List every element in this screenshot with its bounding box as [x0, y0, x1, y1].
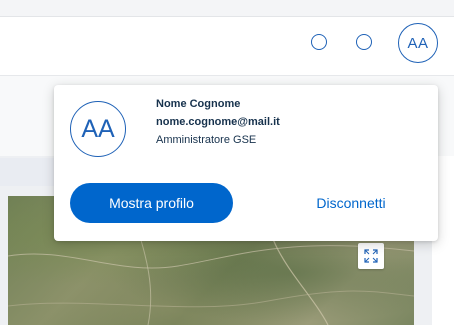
- circle-icon[interactable]: [311, 34, 327, 50]
- avatar-initials: AA: [81, 114, 115, 143]
- map-expand-button[interactable]: [358, 243, 384, 269]
- user-avatar-button[interactable]: AA: [398, 23, 438, 63]
- header-bar: [0, 17, 454, 76]
- user-role: Amministratore GSE: [156, 134, 257, 146]
- logout-button[interactable]: Disconnetti: [286, 183, 416, 223]
- avatar-initials: AA: [407, 34, 429, 52]
- show-profile-button[interactable]: Mostra profilo: [70, 183, 233, 223]
- user-menu-popup: AA Nome Cognome nome.cognome@mail.it Amm…: [54, 85, 438, 241]
- top-strip: [0, 0, 454, 17]
- user-avatar-large: AA: [70, 101, 126, 157]
- circle-icon[interactable]: [356, 34, 372, 50]
- expand-icon: [364, 249, 378, 263]
- user-name: Nome Cognome: [156, 98, 241, 110]
- user-email: nome.cognome@mail.it: [156, 116, 280, 128]
